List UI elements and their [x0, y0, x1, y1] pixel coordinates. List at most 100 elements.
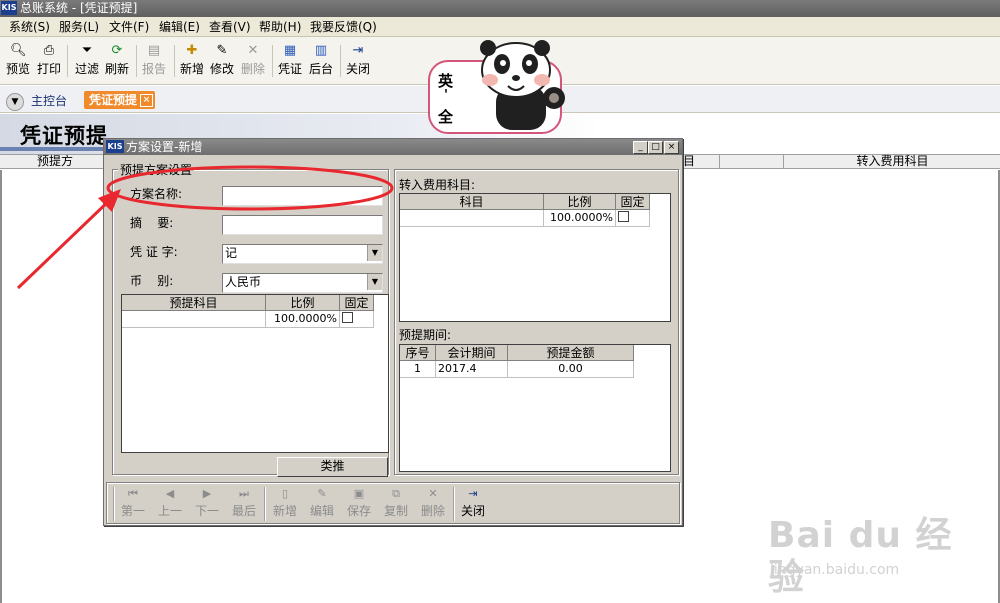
accrual-col-ratio[interactable]: 比例	[266, 295, 340, 311]
menu-view[interactable]: 查看(V)	[209, 19, 251, 35]
close-icon[interactable]: ×	[664, 141, 679, 154]
currency-value: 人民币	[225, 275, 262, 289]
scheme-name-input[interactable]	[222, 186, 383, 206]
expense-section-label: 转入费用科目:	[399, 178, 476, 192]
close-dialog-button[interactable]: ⇥ 关闭	[455, 486, 491, 522]
close-icon[interactable]: ×	[140, 94, 154, 107]
delete-button[interactable]: ✕ 删除	[236, 41, 270, 81]
period-col-no[interactable]: 序号	[400, 345, 436, 361]
expense-col-ratio[interactable]: 比例	[544, 194, 616, 210]
add-icon: ✚	[186, 43, 198, 58]
preview-icon: 🔍︎	[10, 43, 27, 58]
close-door-icon: ⇥	[352, 43, 364, 58]
preview-button[interactable]: 🔍︎ 预览	[1, 41, 35, 81]
period-row-no[interactable]: 1	[400, 361, 436, 378]
prev-button[interactable]: ◀ 上一	[152, 486, 188, 522]
menu-feedback[interactable]: 我要反馈(Q)	[310, 19, 377, 35]
print-button[interactable]: ⎙ 打印	[32, 41, 66, 81]
chevron-down-icon[interactable]: ▼	[6, 93, 24, 111]
window-title: 总账系统 - [凭证预提]	[20, 1, 138, 15]
report-icon: ▤	[147, 43, 161, 58]
menu-file[interactable]: 文件(F)	[109, 19, 149, 35]
main-grid-col-expense[interactable]: 转入费用科目	[783, 155, 1000, 168]
group-title: 预提方案设置	[118, 163, 195, 177]
accrual-period-grid: 序号 会计期间 预提金额 1 2017.4 0.00	[399, 344, 671, 472]
period-row-period[interactable]: 2017.4	[436, 361, 508, 378]
menu-system[interactable]: 系统(S)	[9, 19, 50, 35]
summary-input[interactable]	[222, 215, 383, 235]
page-title: 凭证预提	[20, 123, 108, 148]
accrual-row-fixed[interactable]	[340, 311, 374, 328]
add-label: 新增	[179, 62, 204, 76]
first-icon: ⏮	[128, 487, 138, 500]
expense-col-fixed[interactable]: 固定	[616, 194, 650, 210]
fixed-checkbox[interactable]	[342, 312, 353, 323]
currency-select[interactable]: 人民币 ▼	[222, 273, 383, 293]
fixed-checkbox[interactable]	[618, 211, 629, 222]
kis-logo: KIS	[106, 140, 124, 153]
save-label: 保存	[346, 504, 371, 518]
save-button[interactable]: ▣ 保存	[341, 486, 377, 522]
last-icon: ⏭	[239, 487, 249, 500]
accrual-account-grid: 预提科目 比例 固定 100.0000%	[121, 294, 389, 453]
accrual-row-account[interactable]	[122, 311, 266, 328]
delete-icon: ✕	[428, 487, 438, 500]
edit-label: 修改	[209, 62, 234, 76]
menu-help[interactable]: 帮助(H)	[259, 19, 301, 35]
menu-service[interactable]: 服务(L)	[59, 19, 99, 35]
expense-row-ratio[interactable]: 100.0000%	[544, 210, 616, 227]
delete-record-button[interactable]: ✕ 删除	[415, 486, 451, 522]
period-col-amount[interactable]: 预提金额	[508, 345, 634, 361]
report-button[interactable]: ▤ 报告	[137, 41, 171, 81]
printer-icon: ⎙	[43, 43, 55, 58]
save-icon: ▣	[353, 487, 365, 500]
dialog-title: 方案设置-新增	[126, 140, 203, 154]
background-icon: ▥	[314, 43, 328, 58]
edit-icon: ✎	[317, 487, 327, 500]
period-col-period[interactable]: 会计期间	[436, 345, 508, 361]
voucher-word-select[interactable]: 记 ▼	[222, 244, 383, 264]
watermark-url: jingyan.baidu.com	[770, 562, 900, 578]
maximize-icon[interactable]: □	[648, 141, 663, 154]
first-button[interactable]: ⏮ 第一	[115, 486, 151, 522]
accrual-col-account[interactable]: 预提科目	[122, 295, 266, 311]
refresh-button[interactable]: ⟳ 刷新	[100, 41, 134, 81]
chevron-down-icon[interactable]: ▼	[367, 245, 382, 261]
next-label: 下一	[194, 504, 219, 518]
edit-record-button[interactable]: ✎ 编辑	[304, 486, 340, 522]
voucher-icon: ▦	[283, 43, 297, 58]
close-button[interactable]: ⇥ 关闭	[341, 41, 375, 81]
preview-label: 预览	[5, 62, 30, 76]
minimize-icon[interactable]: _	[633, 141, 648, 154]
print-label: 打印	[36, 62, 61, 76]
last-button[interactable]: ⏭ 最后	[226, 486, 262, 522]
add-button[interactable]: ✚ 新增	[175, 41, 209, 81]
expense-row-account[interactable]	[400, 210, 544, 227]
edit-button[interactable]: ✎ 修改	[205, 41, 239, 81]
panda-sticker: 英 ' 全	[428, 40, 570, 134]
filter-button[interactable]: ⏷ 过滤	[70, 41, 104, 81]
edit-icon: ✎	[216, 43, 228, 58]
next-button[interactable]: ▶ 下一	[189, 486, 225, 522]
delete-record-label: 删除	[420, 504, 445, 518]
period-row-amount[interactable]: 0.00	[508, 361, 634, 378]
extrapolate-button[interactable]: 类推	[277, 457, 388, 477]
expense-col-account[interactable]: 科目	[400, 194, 544, 210]
expense-row-fixed[interactable]	[616, 210, 650, 227]
copy-button[interactable]: ⧉ 复制	[378, 486, 414, 522]
tab-home[interactable]: 主控台	[31, 93, 67, 109]
voucher-button[interactable]: ▦ 凭证	[273, 41, 307, 81]
scheme-dialog: KIS 方案设置-新增 _ □ × 预提方案设置 方案名称: 摘 要: 凭 证 …	[103, 138, 683, 526]
currency-label: 币 别:	[130, 274, 174, 288]
chevron-down-icon[interactable]: ▼	[367, 274, 382, 290]
voucher-word-value: 记	[225, 246, 238, 260]
background-button[interactable]: ▥ 后台	[304, 41, 338, 81]
close-door-icon: ⇥	[468, 487, 478, 500]
tab-voucher-accrual[interactable]: 凭证预提 ×	[84, 91, 156, 109]
refresh-icon: ⟳	[111, 43, 123, 58]
accrual-row-ratio[interactable]: 100.0000%	[266, 311, 340, 328]
accrual-col-fixed[interactable]: 固定	[340, 295, 374, 311]
new-button[interactable]: ▯ 新增	[267, 486, 303, 522]
menu-edit[interactable]: 编辑(E)	[159, 19, 200, 35]
main-grid-col-accrual[interactable]: 预提方	[0, 155, 111, 168]
